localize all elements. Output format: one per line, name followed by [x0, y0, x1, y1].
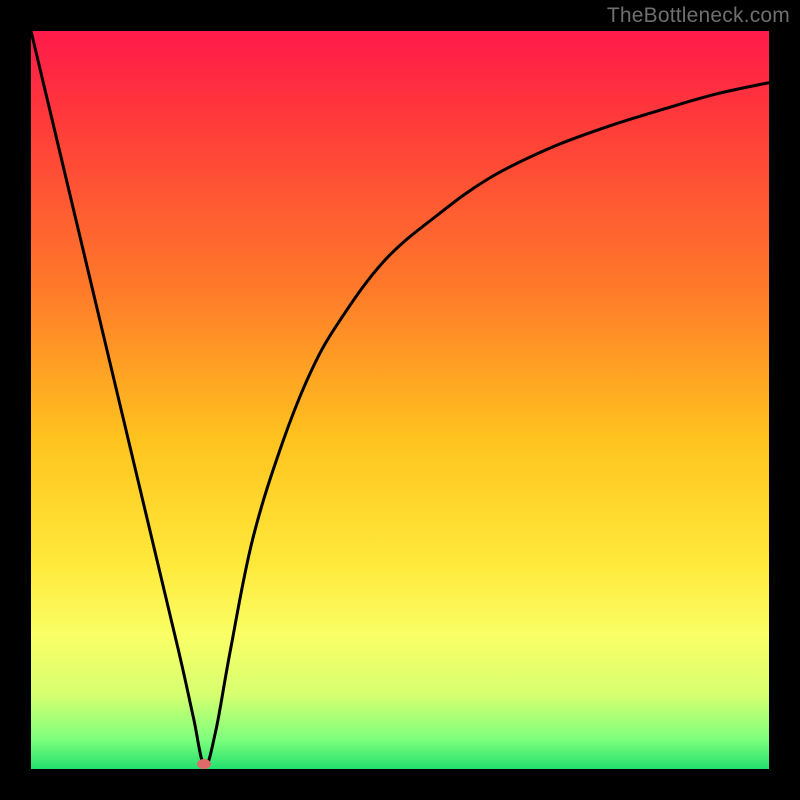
plot-area	[31, 31, 769, 769]
bottleneck-curve	[31, 31, 769, 766]
curve-layer	[31, 31, 769, 769]
watermark-text: TheBottleneck.com	[607, 4, 790, 28]
optimal-point-marker	[197, 759, 211, 769]
chart-frame: TheBottleneck.com	[0, 0, 800, 800]
